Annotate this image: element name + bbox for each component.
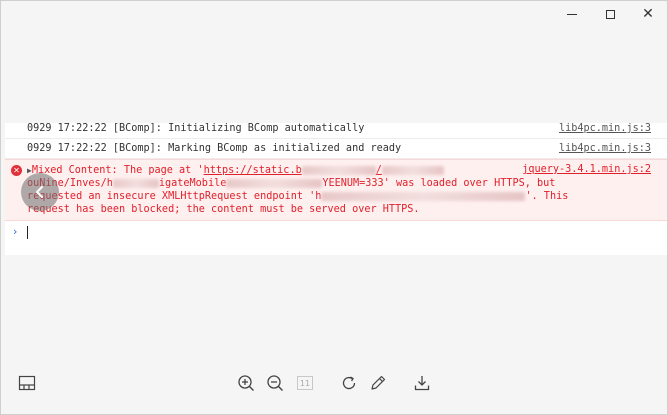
log-source-link[interactable]: lib4pc.min.js:3 xyxy=(559,123,651,134)
console-panel: 0929 17:22:22 [BComp]: Initializing BCom… xyxy=(5,123,667,255)
error-text: igateMobile xyxy=(158,178,227,189)
window-controls: ✕ xyxy=(553,1,667,27)
log-source-link[interactable]: lib4pc.min.js:3 xyxy=(559,143,651,154)
log-message: 0929 17:22:22 [BComp]: Marking BComp as … xyxy=(27,143,402,154)
error-url-text: https://static.b xyxy=(203,165,302,176)
redacted-segment xyxy=(112,178,159,188)
zoom-out-icon xyxy=(267,375,283,391)
console-log-row: 0929 17:22:22 [BComp]: Marking BComp as … xyxy=(5,139,667,159)
error-text: '. This xyxy=(525,191,569,202)
redacted-segment xyxy=(381,165,444,175)
redacted-segment xyxy=(226,178,323,188)
prompt-chevron-icon: › xyxy=(13,225,18,238)
download-icon xyxy=(414,376,430,391)
panel-toggle-icon xyxy=(18,375,36,391)
app-window: ✕ 0929 17:22:22 [BComp]: Initializing BC… xyxy=(0,0,668,415)
minimize-button[interactable] xyxy=(553,1,591,27)
maximize-icon xyxy=(605,9,615,19)
error-source-link[interactable]: jquery-3.4.1.min.js:2 xyxy=(522,164,651,175)
redacted-segment xyxy=(321,191,526,201)
error-line-3: requested an insecure XMLHttpRequest end… xyxy=(27,190,568,203)
error-line-1: ▶Mixed Content: The page at 'https://sta… xyxy=(27,164,444,177)
redacted-segment xyxy=(301,165,376,175)
error-line-2: ouNine/Inves/h igateMobile YEENUM=333' was… xyxy=(27,177,555,190)
console-error-row: ✕ ▶Mixed Content: The page at 'https://s… xyxy=(5,159,667,221)
chevron-left-icon xyxy=(36,186,43,198)
console-prompt[interactable]: › xyxy=(5,221,667,245)
bottom-toolbar: 11 xyxy=(1,367,668,399)
zoom-out-button[interactable] xyxy=(265,373,285,393)
error-url-link[interactable]: https://static.b / xyxy=(204,165,444,176)
error-url-tail: / xyxy=(375,165,382,176)
zoom-in-icon xyxy=(238,375,254,391)
error-text: Mixed Content: The page at ' xyxy=(31,165,204,176)
error-text: requested an insecure XMLHttpRequest end… xyxy=(27,191,322,202)
edit-button[interactable] xyxy=(368,373,388,393)
text-cursor xyxy=(27,226,28,239)
refresh-icon xyxy=(342,376,356,390)
zoom-in-button[interactable] xyxy=(236,373,256,393)
back-button[interactable] xyxy=(21,173,59,211)
page-number-box[interactable]: 11 xyxy=(295,373,315,393)
page-number: 11 xyxy=(297,376,313,390)
error-line-4: request has been blocked; the content mu… xyxy=(27,204,420,215)
close-icon: ✕ xyxy=(642,6,654,22)
console-log-row: 0929 17:22:22 [BComp]: Initializing BCom… xyxy=(5,123,667,139)
maximize-button[interactable] xyxy=(591,1,629,27)
edit-icon xyxy=(371,375,386,390)
error-text: YEENUM=333' was loaded over HTTPS, but xyxy=(322,178,556,189)
refresh-button[interactable] xyxy=(339,373,359,393)
error-icon: ✕ xyxy=(11,165,22,176)
download-button[interactable] xyxy=(412,373,432,393)
panel-toggle-button[interactable] xyxy=(17,373,37,393)
log-message: 0929 17:22:22 [BComp]: Initializing BCom… xyxy=(27,123,365,134)
minimize-icon xyxy=(567,13,577,15)
close-button[interactable]: ✕ xyxy=(629,1,667,27)
